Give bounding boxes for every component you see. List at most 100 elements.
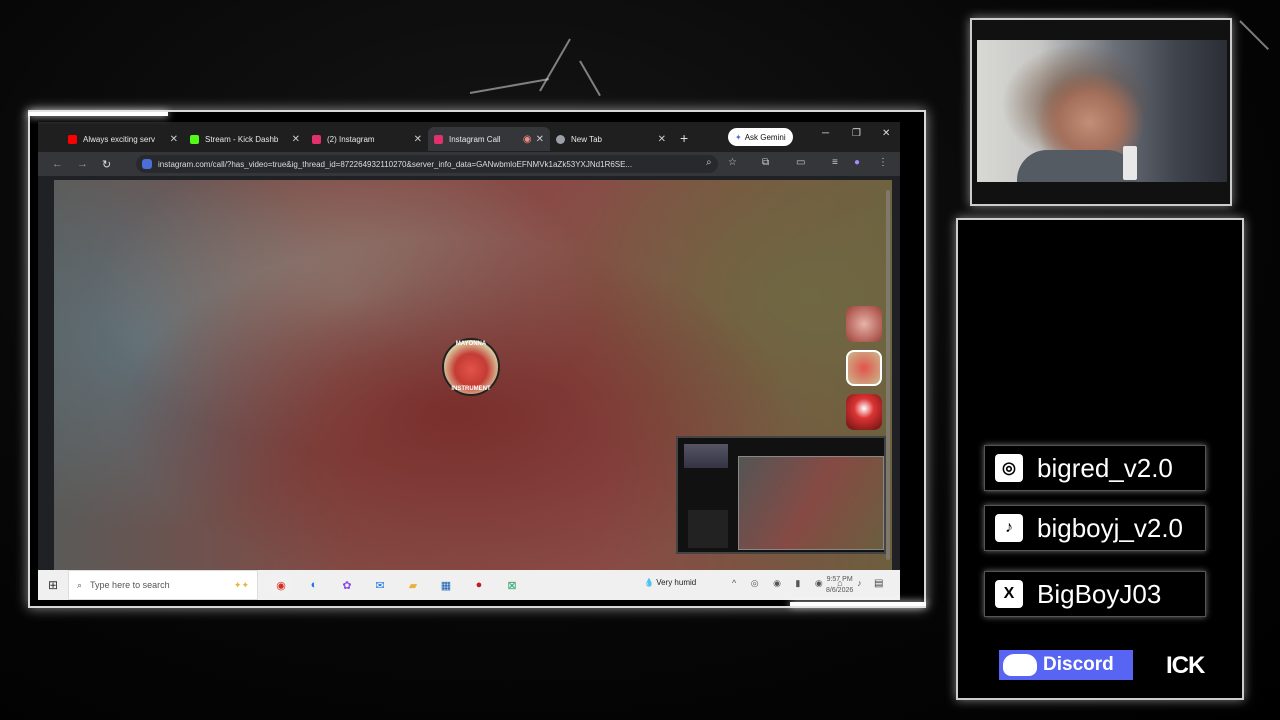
- scrollbar[interactable]: [886, 190, 890, 560]
- discord-icon: [1003, 654, 1037, 676]
- x-icon: X: [995, 580, 1023, 608]
- weather-text: Very humid: [656, 578, 697, 587]
- instagram-icon: [312, 134, 321, 144]
- background-line: [539, 38, 571, 92]
- forward-icon[interactable]: →: [77, 158, 88, 170]
- preview-panel: [688, 510, 728, 548]
- chrome-icon[interactable]: ◉: [271, 575, 291, 595]
- background-line: [469, 78, 549, 94]
- media-icon[interactable]: ≡: [832, 157, 838, 168]
- extensions-icon[interactable]: ⧉: [762, 157, 769, 168]
- tab-label: Always exciting serv: [83, 134, 156, 144]
- edge-icon[interactable]: ◐: [304, 575, 324, 595]
- youtube-icon: [68, 134, 77, 144]
- sparkle-icon: ✦✦: [233, 579, 249, 590]
- social-handle: BigBoyJ03: [1037, 578, 1162, 609]
- participant-avatar[interactable]: [846, 394, 882, 430]
- avatar-caption-top: MAYONNA: [455, 341, 487, 347]
- url-field[interactable]: instagram.com/call/?has_video=true&ig_th…: [136, 155, 718, 173]
- recording-icon: ◉: [522, 133, 532, 145]
- obs-icon[interactable]: ●: [469, 575, 489, 595]
- windows-start-icon[interactable]: ⊞: [38, 578, 68, 592]
- taskbar-clock[interactable]: 9:57 PM 8/6/2026: [826, 574, 853, 596]
- chrome-icon: [556, 134, 565, 144]
- participant-avatar-selected[interactable]: [846, 350, 882, 386]
- tab-new-tab[interactable]: New Tab ✕: [550, 127, 672, 151]
- browser-window: Always exciting serv ✕ Stream - Kick Das…: [38, 122, 900, 600]
- social-instagram: ◎ bigred_v2.0: [984, 445, 1206, 491]
- social-x: X BigBoyJ03: [984, 571, 1206, 617]
- tab-bar: Always exciting serv ✕ Stream - Kick Das…: [38, 122, 900, 152]
- sparkle-icon: ✦: [735, 132, 742, 142]
- close-icon[interactable]: ✕: [170, 134, 178, 145]
- taskbar-search-field[interactable]: ⌕ Type here to search ✦✦: [68, 570, 258, 600]
- zoom-icon[interactable]: ⌕: [706, 157, 712, 168]
- clock-date: 8/6/2026: [826, 587, 854, 594]
- store-icon[interactable]: ▦: [436, 575, 456, 595]
- gemini-label: Ask Gemini: [744, 132, 786, 142]
- close-window-icon[interactable]: ✕: [882, 128, 890, 139]
- screen-capture-frame: Always exciting serv ✕ Stream - Kick Das…: [28, 110, 926, 608]
- windows-taskbar: ⊞ ⌕ Type here to search ✦✦ ◉ ◐ ✿ ✉ ▰ ▦ ●…: [38, 570, 900, 600]
- picture-in-picture-preview[interactable]: [676, 436, 886, 554]
- mail-icon[interactable]: ✉: [370, 575, 390, 595]
- back-icon[interactable]: ←: [52, 158, 63, 170]
- social-handle: bigboyj_v2.0: [1037, 512, 1183, 543]
- discord-badge: Discord: [999, 650, 1133, 680]
- ask-gemini-button[interactable]: ✦ Ask Gemini: [728, 128, 793, 146]
- tab-instagram-call[interactable]: Instagram Call ◉ ✕: [428, 127, 550, 151]
- address-bar-row: ← → ↻ instagram.com/call/?has_video=true…: [38, 152, 900, 176]
- stream-overlay: Always exciting serv ✕ Stream - Kick Das…: [0, 0, 1280, 720]
- reload-icon[interactable]: ↻: [102, 158, 111, 171]
- close-icon[interactable]: ✕: [658, 134, 666, 145]
- tab-instagram[interactable]: (2) Instagram ✕: [306, 127, 428, 151]
- instagram-icon: [434, 134, 443, 144]
- folder-icon[interactable]: ▰: [403, 575, 423, 595]
- webcam-feed: [977, 40, 1227, 182]
- copilot-icon[interactable]: ✿: [337, 575, 357, 595]
- background-line: [1239, 20, 1269, 50]
- cast-icon[interactable]: ▭: [796, 157, 805, 168]
- background-line: [579, 60, 601, 97]
- weather-widget[interactable]: 💧 Very humid: [644, 578, 696, 587]
- instagram-icon: ◎: [995, 454, 1023, 482]
- url-text: instagram.com/call/?has_video=true&ig_th…: [158, 159, 633, 169]
- tab-label: New Tab: [571, 134, 602, 144]
- tab-kick[interactable]: Stream - Kick Dashb ✕: [184, 127, 306, 151]
- notification-icon[interactable]: ▤: [874, 578, 883, 589]
- kick-logo: ICK: [1166, 652, 1205, 679]
- close-icon[interactable]: ✕: [292, 134, 300, 145]
- search-icon: ⌕: [77, 579, 83, 590]
- webcam-frame: [970, 18, 1232, 206]
- tab-youtube[interactable]: Always exciting serv ✕: [62, 127, 184, 151]
- restore-icon[interactable]: ❐: [852, 128, 861, 139]
- water-drop-icon: 💧: [644, 578, 654, 587]
- preview-screen: [738, 456, 884, 550]
- preview-thumbnail: [684, 444, 728, 468]
- minimize-icon[interactable]: ─: [822, 128, 829, 139]
- bookmark-star-icon[interactable]: ☆: [728, 157, 737, 168]
- close-icon[interactable]: ✕: [414, 134, 422, 145]
- discord-label: Discord: [1043, 654, 1114, 675]
- site-info-icon[interactable]: [142, 159, 152, 169]
- search-placeholder: Type here to search: [90, 580, 170, 590]
- frame-glow-accent: [790, 602, 926, 606]
- tab-label: Stream - Kick Dashb: [205, 134, 279, 144]
- frame-glow-accent: [28, 112, 168, 116]
- tab-label: Instagram Call: [449, 134, 501, 144]
- video-call-area: MAYONNA INSTRUMENT: [54, 180, 892, 570]
- kick-icon: [190, 134, 199, 144]
- xbox-icon[interactable]: ⊠: [502, 575, 522, 595]
- tiktok-icon: ♪: [995, 514, 1023, 542]
- participant-avatar[interactable]: [846, 306, 882, 342]
- tab-label: (2) Instagram: [327, 134, 375, 144]
- social-handle: bigred_v2.0: [1037, 452, 1173, 483]
- social-tiktok: ♪ bigboyj_v2.0: [984, 505, 1206, 551]
- new-tab-button[interactable]: +: [680, 130, 688, 146]
- clock-time: 9:57 PM: [826, 576, 853, 583]
- profile-icon[interactable]: ●: [854, 157, 860, 168]
- close-icon[interactable]: ✕: [536, 134, 544, 145]
- webcam-cup: [1123, 146, 1137, 180]
- menu-icon[interactable]: ⋮: [878, 157, 888, 168]
- webcam-person: [1017, 150, 1137, 182]
